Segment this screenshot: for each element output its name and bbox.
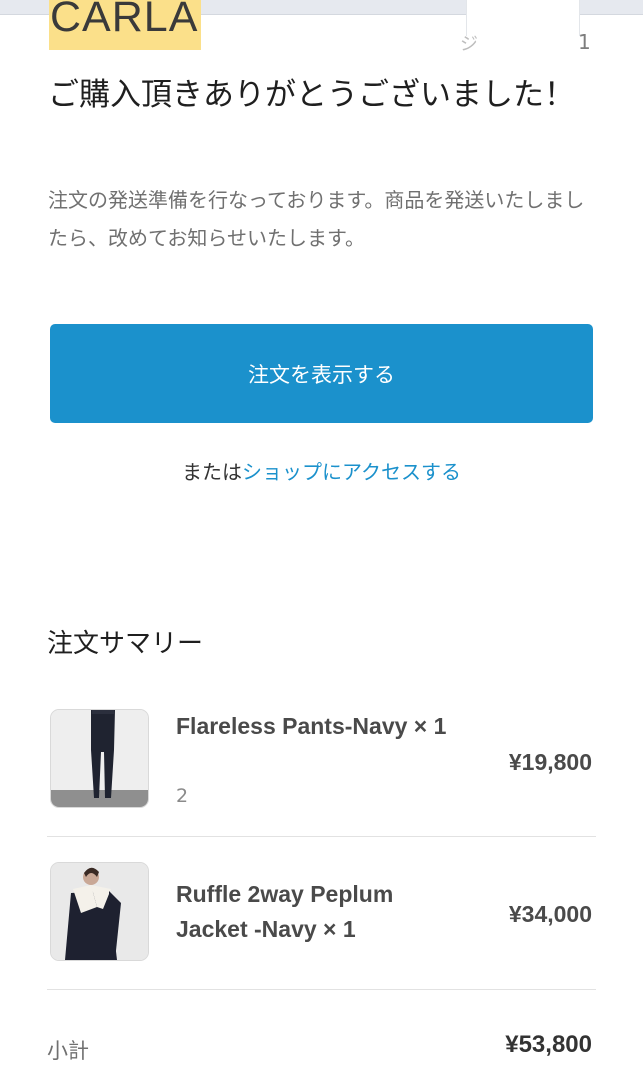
subtotal-label: 小計 <box>47 1039 89 1063</box>
order-number-fragment: ジ <box>460 34 478 55</box>
order-number-digit: 1 <box>578 30 591 54</box>
view-order-button-label: 注文を表示する <box>248 362 395 387</box>
browser-tab[interactable] <box>466 0 580 36</box>
continue-shopping-line: またはショップにアクセスする <box>0 456 643 485</box>
line-item-price: ¥34,000 <box>508 901 592 927</box>
line-item-price: ¥19,800 <box>508 749 592 775</box>
shipping-notice: 注文の発送準備を行なっております。商品を発送いたしましたら、改めてお知らせいたし… <box>48 188 585 250</box>
or-text: または <box>182 460 242 484</box>
line-item-variant: 2 <box>176 785 189 807</box>
store-logo-text: CARLA <box>50 0 199 41</box>
line-item-name: Ruffle 2way Peplum Jacket -Navy × 1 <box>176 881 394 942</box>
jacket-product-image <box>50 862 149 961</box>
line-item: Ruffle 2way Peplum Jacket -Navy × 1 ¥34,… <box>47 862 596 964</box>
view-order-button[interactable]: 注文を表示する <box>50 324 593 423</box>
order-summary-heading: 注文サマリー <box>47 629 204 659</box>
pants-product-image-graphic <box>51 710 148 807</box>
item-divider <box>47 836 596 837</box>
jacket-product-image-graphic <box>51 863 148 960</box>
pants-product-image <box>50 709 149 808</box>
line-item-name: Flareless Pants-Navy × 1 <box>176 713 447 739</box>
item-divider <box>47 989 596 990</box>
thank-you-heading: ご購入頂きありがとうございました！ <box>48 77 575 113</box>
line-item: Flareless Pants-Navy × 1 2 ¥19,800 <box>47 709 596 811</box>
subtotal-value: ¥53,800 <box>505 1031 592 1058</box>
store-logo[interactable]: CARLA <box>49 0 201 50</box>
visit-shop-link[interactable]: ショップにアクセスする <box>242 460 461 484</box>
